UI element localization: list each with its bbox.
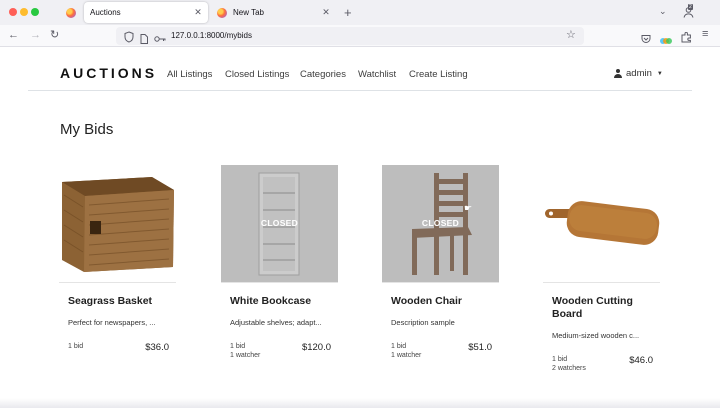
listing-description: Adjustable shelves; adapt...: [230, 318, 322, 327]
close-window-button[interactable]: [9, 8, 17, 16]
minimize-window-button[interactable]: [20, 8, 28, 16]
listing-title[interactable]: Wooden Cutting Board: [552, 295, 657, 321]
close-tab-icon[interactable]: ✕: [319, 7, 333, 18]
card-divider: [59, 282, 176, 283]
nav-create-listing[interactable]: Create Listing: [409, 69, 468, 80]
listing-description: Perfect for newspapers, ...: [68, 318, 156, 327]
listing-price: $120.0: [301, 342, 331, 353]
account-icon[interactable]: 2: [683, 4, 694, 18]
page-info-icon[interactable]: [140, 31, 148, 44]
listing-card[interactable]: CLOSED ☛ Wooden Chair Description sample…: [382, 165, 500, 375]
card-divider: [382, 282, 499, 283]
listing-card[interactable]: Seagrass Basket Perfect for newspapers, …: [59, 165, 177, 375]
window-bottom-edge: [0, 398, 720, 408]
listing-image[interactable]: CLOSED: [221, 165, 338, 282]
listing-image[interactable]: [543, 165, 660, 282]
closed-label: CLOSED: [421, 218, 460, 228]
listing-price: $46.0: [629, 355, 653, 366]
url-text: 127.0.0.1:8000/mybids: [171, 31, 252, 40]
key-icon[interactable]: [154, 31, 166, 42]
menu-hamburger-icon[interactable]: ≡: [702, 29, 708, 40]
nav-categories[interactable]: Categories: [300, 69, 346, 80]
back-arrow-icon[interactable]: ←: [8, 30, 19, 41]
listing-price: $51.0: [468, 342, 492, 353]
cutting-board-icon: [545, 201, 660, 245]
nav-watchlist[interactable]: Watchlist: [358, 69, 396, 80]
watcher-count: 1 watcher: [230, 352, 261, 359]
user-icon: [614, 69, 622, 78]
username: admin: [626, 68, 652, 79]
card-divider: [543, 282, 660, 283]
nav-all-listings[interactable]: All Listings: [167, 69, 212, 80]
firefox-view-icon[interactable]: [66, 8, 76, 18]
shield-icon[interactable]: [124, 30, 134, 43]
listing-card[interactable]: CLOSED White Bookcase Adjustable shelves…: [221, 165, 339, 375]
bid-count: 1 bid: [552, 356, 568, 363]
page-content: AUCTIONS All Listings Closed Listings Ca…: [0, 47, 720, 408]
listing-card[interactable]: Wooden Cutting Board Medium-sized wooden…: [543, 165, 661, 375]
closed-label: CLOSED: [260, 218, 299, 228]
browser-tab-bar: Auctions ✕ New Tab ✕ + ⌄ 2: [0, 0, 720, 25]
listing-description: Medium-sized wooden c...: [552, 331, 640, 340]
pocket-icon[interactable]: [641, 31, 651, 43]
site-brand[interactable]: AUCTIONS: [60, 65, 157, 81]
listing-title[interactable]: White Bookcase: [230, 295, 335, 308]
listing-image[interactable]: [59, 165, 176, 282]
bookmark-star-icon[interactable]: ☆: [566, 30, 576, 41]
forward-arrow-icon[interactable]: →: [30, 30, 41, 41]
browser-nav-bar: ← → ↻ 127.0.0.1:8000/mybids ☆ ≡: [0, 25, 720, 47]
listing-description: Description sample: [391, 318, 455, 327]
maximize-window-button[interactable]: [31, 8, 39, 16]
user-dropdown[interactable]: admin ▼: [614, 68, 663, 79]
page-title: My Bids: [60, 121, 114, 138]
bid-count: 1 bid: [230, 343, 246, 350]
tab-label: Auctions: [90, 8, 121, 17]
tab-auctions[interactable]: Auctions ✕: [84, 2, 208, 23]
reload-icon[interactable]: ↻: [50, 30, 59, 41]
address-bar[interactable]: 127.0.0.1:8000/mybids ☆: [116, 27, 584, 45]
firefox-icon: [217, 7, 227, 18]
tab-new-tab[interactable]: New Tab ✕: [212, 2, 336, 23]
listing-title[interactable]: Wooden Chair: [391, 295, 496, 308]
watcher-count: 1 watcher: [391, 352, 422, 359]
card-divider: [221, 282, 338, 283]
extensions-puzzle-icon[interactable]: [681, 30, 692, 43]
tab-label: New Tab: [233, 8, 264, 17]
colorful-extension-icon[interactable]: [660, 32, 672, 44]
basket-icon: [62, 177, 174, 272]
close-tab-icon[interactable]: ✕: [191, 7, 205, 18]
caret-down-icon: ▼: [656, 70, 663, 77]
new-tab-plus-icon[interactable]: +: [344, 6, 352, 19]
listing-title[interactable]: Seagrass Basket: [68, 295, 173, 308]
listing-price: $36.0: [145, 342, 169, 353]
tab-count-badge: 2: [688, 4, 693, 10]
bid-count: 1 bid: [391, 343, 407, 350]
listing-image[interactable]: CLOSED ☛: [382, 165, 499, 282]
site-navbar: AUCTIONS All Listings Closed Listings Ca…: [28, 47, 692, 91]
bid-count: 1 bid: [68, 343, 84, 350]
watcher-count: 2 watchers: [552, 365, 586, 372]
nav-closed-listings[interactable]: Closed Listings: [225, 69, 289, 80]
list-all-tabs-chevron-icon[interactable]: ⌄: [659, 7, 667, 16]
hand-cursor-icon: ☛: [464, 203, 473, 213]
